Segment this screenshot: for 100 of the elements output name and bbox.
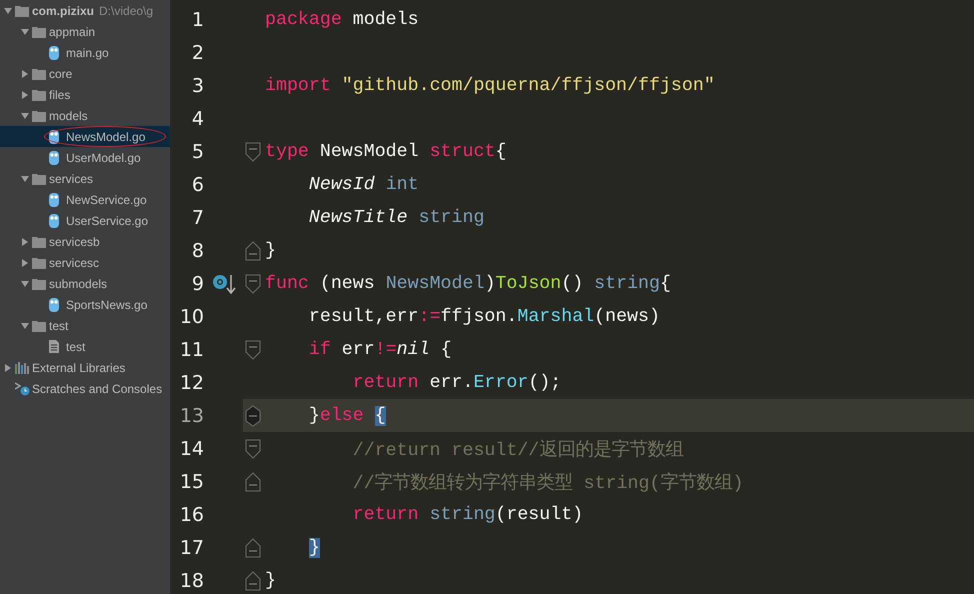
fold-icon[interactable] (244, 404, 260, 426)
line-number: 7 (190, 206, 204, 228)
line-number: 4 (190, 108, 204, 130)
collapse-arrow-icon[interactable] (20, 112, 28, 120)
unfold-icon[interactable] (244, 472, 260, 492)
unfold-icon[interactable] (244, 240, 260, 260)
unfold-icon[interactable] (244, 538, 260, 558)
expand-arrow-icon[interactable] (4, 364, 12, 372)
code-line: if err!=nil { (308, 340, 452, 360)
tree-item-label: test (49, 318, 68, 332)
code-line: return string(result) (352, 504, 584, 524)
code-line: type NewsModel struct{ (265, 142, 506, 162)
tree-item[interactable]: submodels (0, 273, 170, 294)
go-file-icon (49, 192, 59, 206)
code-line: return err.Error(); (352, 372, 562, 392)
fold-icon[interactable] (244, 340, 260, 360)
tree-item[interactable]: External Libraries (0, 357, 170, 378)
tree-item-label: SportsNews.go (66, 298, 148, 312)
tree-item[interactable]: Scratches and Consoles (0, 378, 170, 399)
code-line: //字节数组转为字符串类型 string(字节数组) (352, 471, 744, 494)
expand-arrow-icon[interactable] (20, 258, 28, 266)
folder-icon (32, 172, 46, 184)
line-number: 17 (178, 536, 204, 558)
tree-item-label: External Libraries (32, 360, 126, 374)
folder-icon (32, 110, 46, 122)
unfold-icon[interactable] (244, 570, 260, 590)
folder-icon (15, 4, 29, 16)
fold-icon[interactable] (244, 142, 260, 162)
expand-arrow-icon[interactable] (20, 238, 28, 246)
tree-item[interactable]: NewService.go (0, 189, 170, 210)
tree-item-label: servicesc (49, 256, 100, 270)
implementation-marker-icon[interactable] (212, 272, 236, 294)
project-path: D:\video\g (99, 4, 154, 18)
collapse-arrow-icon[interactable] (20, 280, 28, 288)
tree-item-label: files (49, 88, 70, 102)
tree-item-label: Scratches and Consoles (32, 382, 162, 396)
tree-item-label: com.pizixu (32, 4, 94, 18)
tree-item[interactable]: main.go (0, 42, 170, 63)
fold-icon[interactable] (244, 274, 260, 294)
go-file-icon (49, 46, 59, 60)
code-line: NewsId int (308, 174, 419, 194)
library-bars-icon (15, 362, 29, 374)
code-line: func (news NewsModel)ToJson() string{ (265, 274, 671, 294)
folder-icon (32, 256, 46, 268)
text-file-icon (49, 340, 59, 353)
line-number: 15 (178, 470, 204, 492)
tree-item[interactable]: services (0, 168, 170, 189)
line-number: 14 (178, 438, 204, 460)
tree-item[interactable]: models (0, 105, 170, 126)
line-number: 3 (190, 74, 204, 96)
folder-icon (32, 320, 46, 332)
tree-item-label: core (49, 66, 72, 80)
tree-item[interactable]: test (0, 336, 170, 357)
tree-item-label: UserModel.go (66, 150, 141, 164)
go-file-icon (49, 214, 59, 228)
tree-item[interactable]: UserModel.go (0, 147, 170, 168)
line-number: 16 (178, 504, 204, 526)
line-number: 11 (178, 338, 204, 360)
tree-item-label: appmain (49, 24, 96, 38)
tree-item-label: test (66, 340, 86, 354)
go-file-icon (49, 150, 59, 164)
line-number: 18 (178, 570, 204, 592)
tree-item[interactable]: servicesb (0, 231, 170, 252)
tree-item-label: models (49, 108, 88, 122)
collapse-arrow-icon[interactable] (20, 28, 28, 36)
tree-item-label: UserService.go (66, 214, 148, 228)
collapse-arrow-icon[interactable] (20, 174, 28, 182)
tree-item-label: NewsModel.go (66, 130, 146, 144)
tree-item[interactable]: files (0, 84, 170, 105)
code-line: result,err:=ffjson.Marshal(news) (308, 306, 660, 326)
code-line: package models (265, 10, 419, 30)
collapse-arrow-icon[interactable] (4, 6, 12, 14)
line-number: 9 (190, 272, 204, 294)
folder-icon (32, 278, 46, 290)
line-number: 10 (178, 306, 204, 328)
tree-item[interactable]: appmain (0, 21, 170, 42)
folder-icon (32, 236, 46, 248)
tree-item[interactable]: servicesc (0, 252, 170, 273)
tree-item[interactable]: test (0, 315, 170, 336)
line-number: 2 (190, 42, 204, 64)
tree-item[interactable]: core (0, 63, 170, 84)
go-file-icon (49, 130, 59, 144)
line-number: 8 (190, 240, 204, 262)
line-number: 6 (190, 174, 204, 196)
tree-item-label: submodels (49, 276, 108, 290)
code-line: }else { (308, 406, 386, 426)
scratches-icon (15, 382, 30, 396)
tree-item[interactable]: UserService.go (0, 210, 170, 231)
tree-item-label: servicesb (49, 234, 100, 248)
tree-item-label: NewService.go (66, 192, 147, 206)
tree-item[interactable]: NewsModel.go (0, 126, 170, 147)
tree-item[interactable]: SportsNews.go (0, 294, 170, 315)
folder-icon (32, 68, 46, 80)
go-file-icon (49, 298, 59, 312)
tree-item[interactable]: com.pizixu D:\video\g (0, 0, 170, 21)
collapse-arrow-icon[interactable] (20, 322, 28, 330)
expand-arrow-icon[interactable] (20, 90, 28, 98)
fold-icon[interactable] (244, 438, 260, 458)
folder-icon (32, 26, 46, 38)
expand-arrow-icon[interactable] (20, 70, 28, 78)
